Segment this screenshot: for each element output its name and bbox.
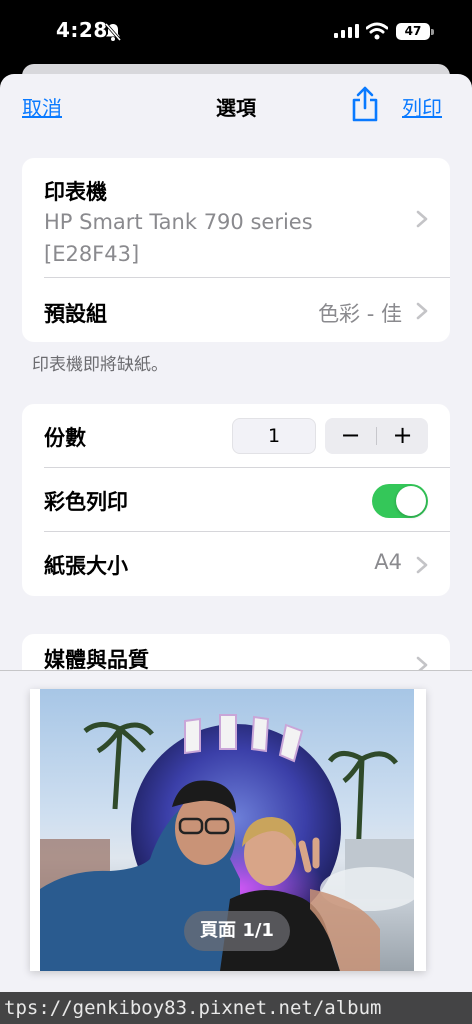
increment-button[interactable]: + (377, 418, 428, 454)
photo-preview-image: 頁面 1/1 (40, 689, 414, 971)
color-print-row: 彩色列印 (22, 468, 450, 532)
copies-stepper: − + (325, 418, 428, 454)
print-settings-group: 份數 1 − + 彩色列印 紙張大小 A4 (22, 404, 450, 596)
preset-row[interactable]: 預設組 色彩 - 佳 (22, 278, 450, 342)
navigation-bar: 取消 選項 列印 (0, 74, 472, 138)
status-time: 4:28 (56, 18, 108, 42)
copies-row: 份數 1 − + (22, 404, 450, 468)
color-print-toggle[interactable] (372, 484, 428, 518)
chevron-right-icon (416, 210, 428, 228)
battery-cap (431, 29, 434, 35)
paper-size-row[interactable]: 紙張大小 A4 (22, 532, 450, 596)
printer-name: HP Smart Tank 790 series [E28F43] (44, 210, 313, 266)
printer-group: 印表機 HP Smart Tank 790 series [E28F43] 預設… (22, 158, 450, 342)
color-print-label: 彩色列印 (44, 490, 128, 514)
printer-row[interactable]: 印表機 HP Smart Tank 790 series [E28F43] (22, 158, 450, 278)
share-icon[interactable] (350, 86, 380, 122)
paper-low-warning: 印表機即將缺紙。 (32, 355, 168, 375)
copies-label: 份數 (44, 426, 86, 450)
print-options-sheet: 取消 選項 列印 印表機 HP Smart Tank 790 series [E… (0, 74, 472, 1024)
copies-field[interactable]: 1 (232, 418, 316, 454)
paper-size-label: 紙張大小 (44, 554, 128, 578)
wifi-icon (366, 22, 388, 40)
page-preview[interactable]: 頁面 1/1 (30, 689, 426, 971)
paper-size-value: A4 (374, 550, 402, 574)
printer-label: 印表機 (44, 180, 107, 204)
cellular-signal-icon (334, 24, 359, 38)
print-button[interactable]: 列印 (402, 92, 442, 121)
preset-value: 色彩 - 佳 (318, 302, 402, 326)
bell-slash-icon (104, 23, 122, 41)
toggle-knob (396, 486, 426, 516)
decrement-button[interactable]: − (325, 418, 376, 454)
page-indicator: 頁面 1/1 (184, 911, 290, 951)
print-preview-area: 頁面 1/1 (0, 670, 472, 1024)
chevron-right-icon (416, 302, 428, 320)
chevron-right-icon (416, 556, 428, 574)
watermark-url: tps://genkiboy83.pixnet.net/album (0, 992, 472, 1024)
preset-label: 預設組 (44, 302, 107, 326)
status-bar: 4:28 47 (0, 0, 472, 64)
battery-icon: 47 (396, 23, 430, 40)
